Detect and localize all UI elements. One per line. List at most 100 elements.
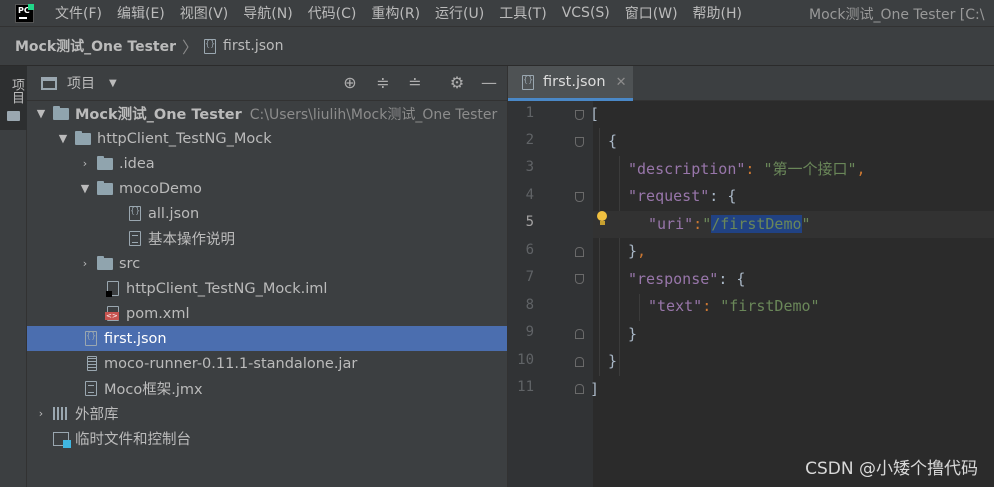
tree-label: 临时文件和控制台 — [75, 432, 191, 448]
fold-close-icon[interactable] — [575, 384, 584, 394]
code-line-3: "description": "第一个接口", — [628, 160, 866, 178]
menu-code[interactable]: 代码(C) — [301, 3, 365, 23]
tree-row-first-json[interactable]: first.json — [27, 326, 507, 351]
project-panel-header: 项目 ▼ ⊕ ≑ ≐ ⚙ — — [27, 66, 507, 101]
tree-row-iml[interactable]: httpClient_TestNG_Mock.iml — [27, 276, 507, 301]
tree-row-jmx[interactable]: Moco框架.jmx — [27, 376, 507, 401]
json-file-icon — [204, 38, 217, 54]
watermark: CSDN @小矮个撸代码 — [805, 459, 978, 479]
chevron-down-icon[interactable]: ▼ — [109, 78, 117, 89]
lightbulb-icon[interactable] — [597, 211, 607, 225]
chevron-down-icon[interactable]: ▼ — [79, 182, 91, 195]
folder-icon — [53, 105, 69, 120]
line-number: 4 — [525, 187, 534, 203]
indent-guide — [639, 294, 640, 321]
tree-row-all-json[interactable]: all.json — [27, 201, 507, 226]
editor-tab-bar: first.json ✕ — [508, 66, 994, 101]
chevron-down-icon[interactable]: ▼ — [35, 107, 47, 120]
folder-icon — [75, 130, 91, 145]
chevron-right-icon[interactable]: › — [79, 257, 91, 270]
library-icon — [53, 407, 69, 420]
tree-row-jar[interactable]: moco-runner-0.11.1-standalone.jar — [27, 351, 507, 376]
chevron-right-icon[interactable]: › — [35, 407, 47, 420]
indent-guide — [599, 128, 600, 376]
tool-window-strip: 项目 — [0, 66, 27, 487]
menu-help[interactable]: 帮助(H) — [686, 3, 750, 23]
code-line-4: "request": { — [628, 187, 737, 205]
expand-all-icon[interactable]: ≑ — [373, 73, 393, 93]
tree-row-mocodemo[interactable]: ▼ mocoDemo — [27, 176, 507, 201]
code-line-10: } — [608, 352, 618, 370]
code-line-11: ] — [590, 380, 600, 398]
project-panel-title[interactable]: 项目 — [67, 73, 95, 93]
menu-edit[interactable]: 编辑(E) — [110, 3, 173, 23]
tree-row-pom[interactable]: pom.xml — [27, 301, 507, 326]
tree-row-external-libs[interactable]: › 外部库 — [27, 401, 507, 426]
fold-open-icon[interactable] — [575, 192, 584, 202]
json-file-icon — [129, 206, 141, 221]
fold-open-icon[interactable] — [575, 137, 584, 147]
editor-tab-first-json[interactable]: first.json ✕ — [508, 66, 633, 101]
fold-open-icon[interactable] — [575, 110, 584, 120]
editor-gutter: 1 2 3 4 5 6 7 8 9 10 11 — [508, 101, 593, 487]
minimize-icon[interactable]: — — [479, 73, 499, 93]
line-number: 10 — [517, 352, 534, 368]
chevron-down-icon[interactable]: ▼ — [57, 132, 69, 145]
fold-close-icon[interactable] — [575, 357, 584, 367]
tree-row-httpclient[interactable]: ▼ httpClient_TestNG_Mock — [27, 126, 507, 151]
line-number: 5 — [525, 214, 534, 230]
line-number: 1 — [525, 105, 534, 121]
menu-run[interactable]: 运行(U) — [428, 3, 492, 23]
menu-refactor[interactable]: 重构(R) — [364, 3, 428, 23]
tree-label: httpClient_TestNG_Mock — [97, 130, 272, 147]
menu-file[interactable]: 文件(F) — [48, 3, 110, 23]
line-number: 3 — [525, 159, 534, 175]
code-line-1: [ — [590, 105, 600, 123]
menu-view[interactable]: 视图(V) — [173, 3, 237, 23]
tree-label: Mock测试_One Tester — [75, 107, 242, 123]
fold-close-icon[interactable] — [575, 329, 584, 339]
tree-label: .idea — [119, 155, 155, 172]
tree-label: moco-runner-0.11.1-standalone.jar — [104, 355, 358, 372]
project-tool-tab-label: 项目 — [9, 78, 24, 104]
project-tool-tab[interactable]: 项目 — [0, 66, 27, 130]
breadcrumb-file[interactable]: first.json — [204, 38, 283, 54]
line-number: 9 — [525, 324, 534, 340]
pycharm-logo-icon[interactable]: PC — [15, 3, 34, 23]
close-icon[interactable]: ✕ — [616, 75, 627, 90]
tree-row-src[interactable]: › src — [27, 251, 507, 276]
code-line-2: { — [608, 132, 618, 150]
iml-file-icon — [106, 281, 119, 297]
menu-tools[interactable]: 工具(T) — [492, 3, 554, 23]
crosshair-icon[interactable]: ⊕ — [340, 73, 360, 93]
json-file-icon — [522, 74, 534, 90]
tree-row-project-root[interactable]: ▼ Mock测试_One Tester C:\Users\liulih\Mock… — [27, 101, 507, 126]
tree-row-idea[interactable]: › .idea — [27, 151, 507, 176]
line-number: 11 — [517, 379, 534, 395]
breadcrumb: Mock测试_One Tester 〉 first.json — [0, 26, 994, 66]
chevron-right-icon[interactable]: › — [79, 157, 91, 170]
selected-text: /firstDemo — [711, 215, 802, 233]
tree-row-scratches[interactable]: 临时文件和控制台 — [27, 426, 507, 451]
editor: first.json ✕ 1 2 3 4 5 6 7 8 9 10 11 [ {… — [507, 66, 994, 487]
line-number: 7 — [525, 269, 534, 285]
fold-open-icon[interactable] — [575, 274, 584, 284]
menu-navigate[interactable]: 导航(N) — [236, 3, 300, 23]
fold-close-icon[interactable] — [575, 247, 584, 257]
collapse-all-icon[interactable]: ≐ — [405, 73, 425, 93]
folder-icon — [97, 180, 113, 195]
breadcrumb-separator: 〉 — [182, 38, 199, 57]
tree-row-readme[interactable]: 基本操作说明 — [27, 226, 507, 251]
menu-vcs[interactable]: VCS(S) — [555, 5, 618, 21]
xml-file-icon — [105, 306, 119, 321]
code-area[interactable]: [ { "description": "第一个接口", "request": {… — [590, 101, 994, 487]
folder-icon — [97, 155, 113, 170]
tree-label: Moco框架.jmx — [104, 382, 203, 398]
tree-label: 外部库 — [75, 407, 119, 423]
gear-icon[interactable]: ⚙ — [447, 73, 467, 93]
breadcrumb-project[interactable]: Mock测试_One Tester — [15, 36, 176, 56]
menu-bar: PC 文件(F) 编辑(E) 视图(V) 导航(N) 代码(C) 重构(R) 运… — [0, 0, 994, 26]
window-title: Mock测试_One Tester [C:\ — [809, 7, 985, 23]
menu-window[interactable]: 窗口(W) — [618, 3, 686, 23]
line-number: 8 — [525, 297, 534, 313]
